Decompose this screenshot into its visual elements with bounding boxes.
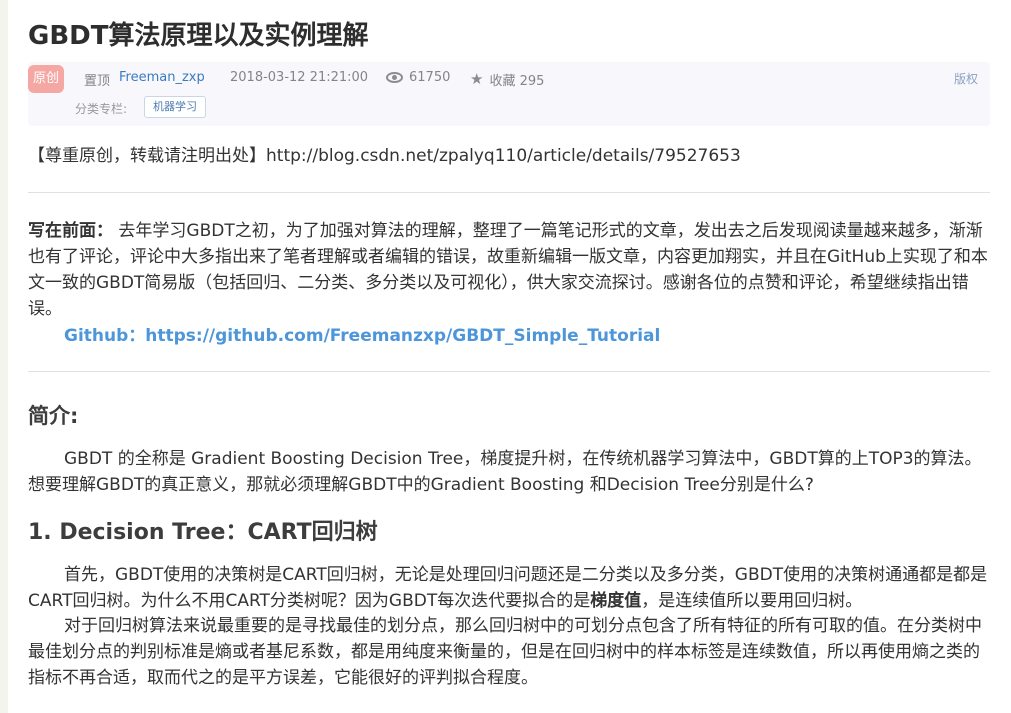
favorite-button[interactable]: ★ 收藏 295 [470,70,545,90]
article-meta-bar: 原创 置顶 Freeman_zxp 2018-03-12 21:21:00 61… [28,62,990,126]
divider [28,371,990,372]
article-page: GBDT算法原理以及实例理解 原创 置顶 Freeman_zxp 2018-03… [8,0,1011,713]
section1-paragraph-1: 首先，GBDT使用的决策树是CART回归树，无论是处理回归问题还是二分类以及多分… [28,562,993,614]
favorite-count: 收藏 295 [489,74,545,89]
preface-label: 写在前面： [28,221,113,241]
copyright-link[interactable]: 版权 [954,70,978,87]
original-badge: 原创 [28,65,64,93]
intro-paragraph: GBDT 的全称是 Gradient Boosting Decision Tre… [28,449,982,495]
view-count-value: 61750 [409,70,451,85]
source-note: 【尊重原创，转载请注明出处】http://blog.csdn.net/zpaly… [28,146,741,166]
pinned-label: 置顶 [84,74,111,89]
section1-paragraph-2: 对于回归树算法来说最重要的是寻找最佳的划分点，那么回归树中的可划分点包含了所有特… [28,616,982,688]
divider [28,192,990,193]
category-label: 分类专栏: [75,102,128,116]
article-title: GBDT算法原理以及实例理解 [28,21,369,51]
view-count: 61750 [386,70,450,85]
s1-para1-part-b: ，是连续值所以要用回归树。 [641,591,863,611]
preface-paragraph: 写在前面： 去年学习GBDT之初，为了加强对算法的理解，整理了一篇笔记形式的文章… [28,218,993,322]
github-link[interactable]: Github：https://github.com/Freemanzxp/GBD… [64,321,660,346]
section1-heading: 1. Decision Tree：CART回归树 [28,520,378,545]
s1-para1-bold: 梯度值 [590,591,642,611]
category-tag[interactable]: 机器学习 [144,96,206,118]
eye-icon [386,72,403,83]
author-link[interactable]: Freeman_zxp [119,70,205,85]
star-icon: ★ [470,70,484,88]
intro-heading: 简介: [28,404,79,428]
publish-date: 2018-03-12 21:21:00 [230,70,369,85]
preface-text: 去年学习GBDT之初，为了加强对算法的理解，整理了一篇笔记形式的文章，发出去之后… [28,221,988,319]
